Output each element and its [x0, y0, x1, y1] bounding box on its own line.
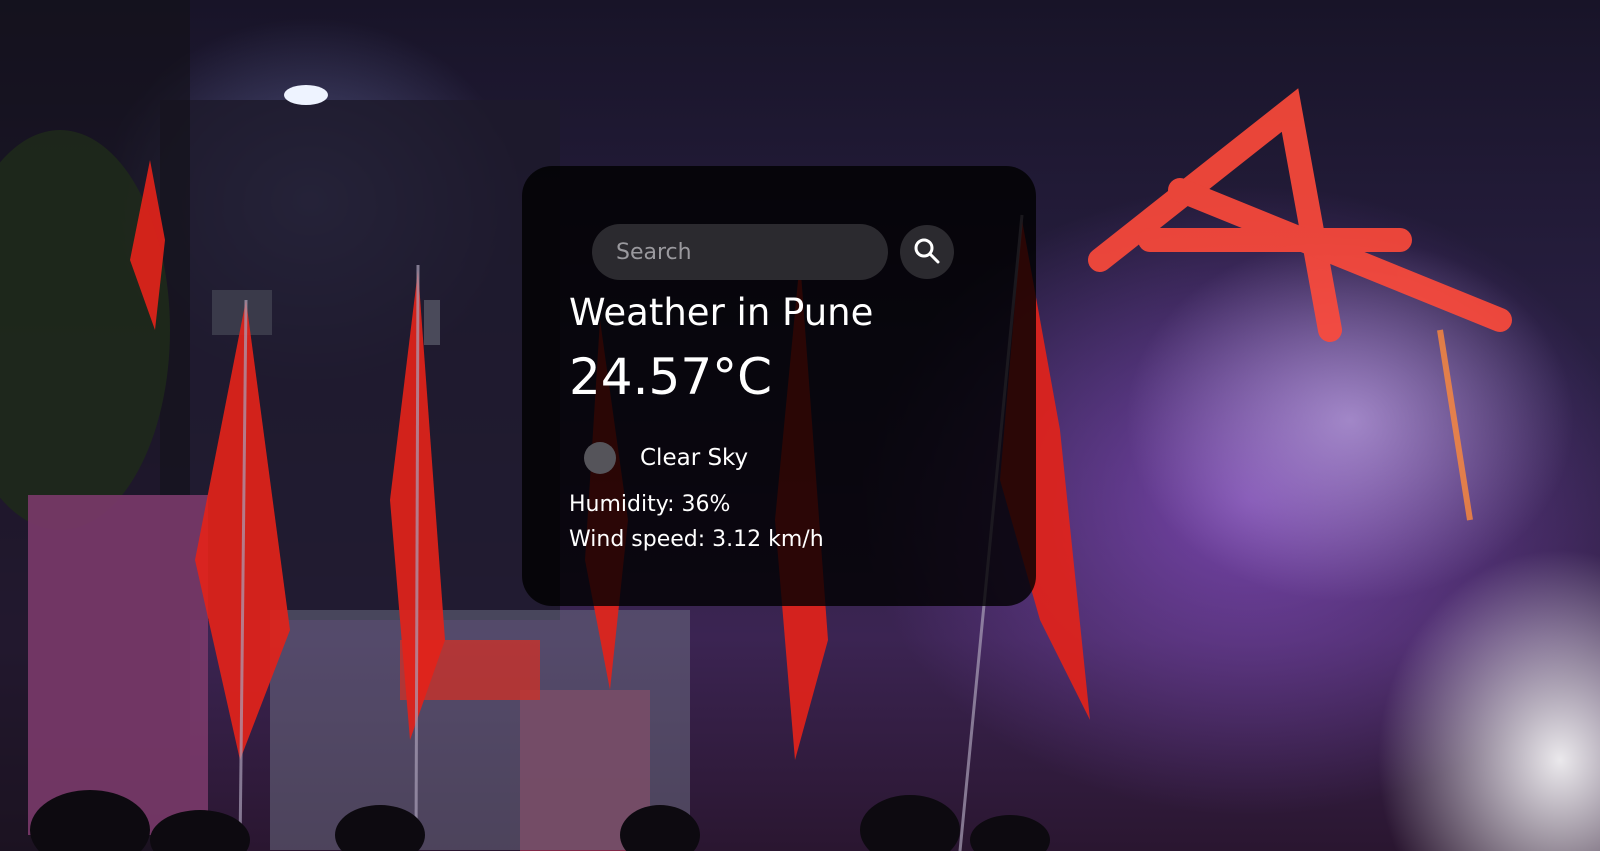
- search-bar: [592, 224, 954, 280]
- humidity: Humidity: 36%: [569, 492, 731, 517]
- search-button[interactable]: [900, 225, 954, 279]
- search-input[interactable]: [592, 224, 888, 280]
- weather-description-row: Clear Sky: [584, 442, 748, 474]
- weather-description: Clear Sky: [640, 445, 749, 471]
- city-heading: Weather in Pune: [569, 291, 874, 334]
- weather-condition-icon: [584, 442, 616, 474]
- search-icon: [913, 237, 941, 268]
- wind-speed: Wind speed: 3.12 km/h: [569, 527, 824, 552]
- temperature: 24.57°C: [569, 348, 773, 406]
- weather-card: Weather in Pune 24.57°C Clear Sky Humidi…: [522, 166, 1036, 606]
